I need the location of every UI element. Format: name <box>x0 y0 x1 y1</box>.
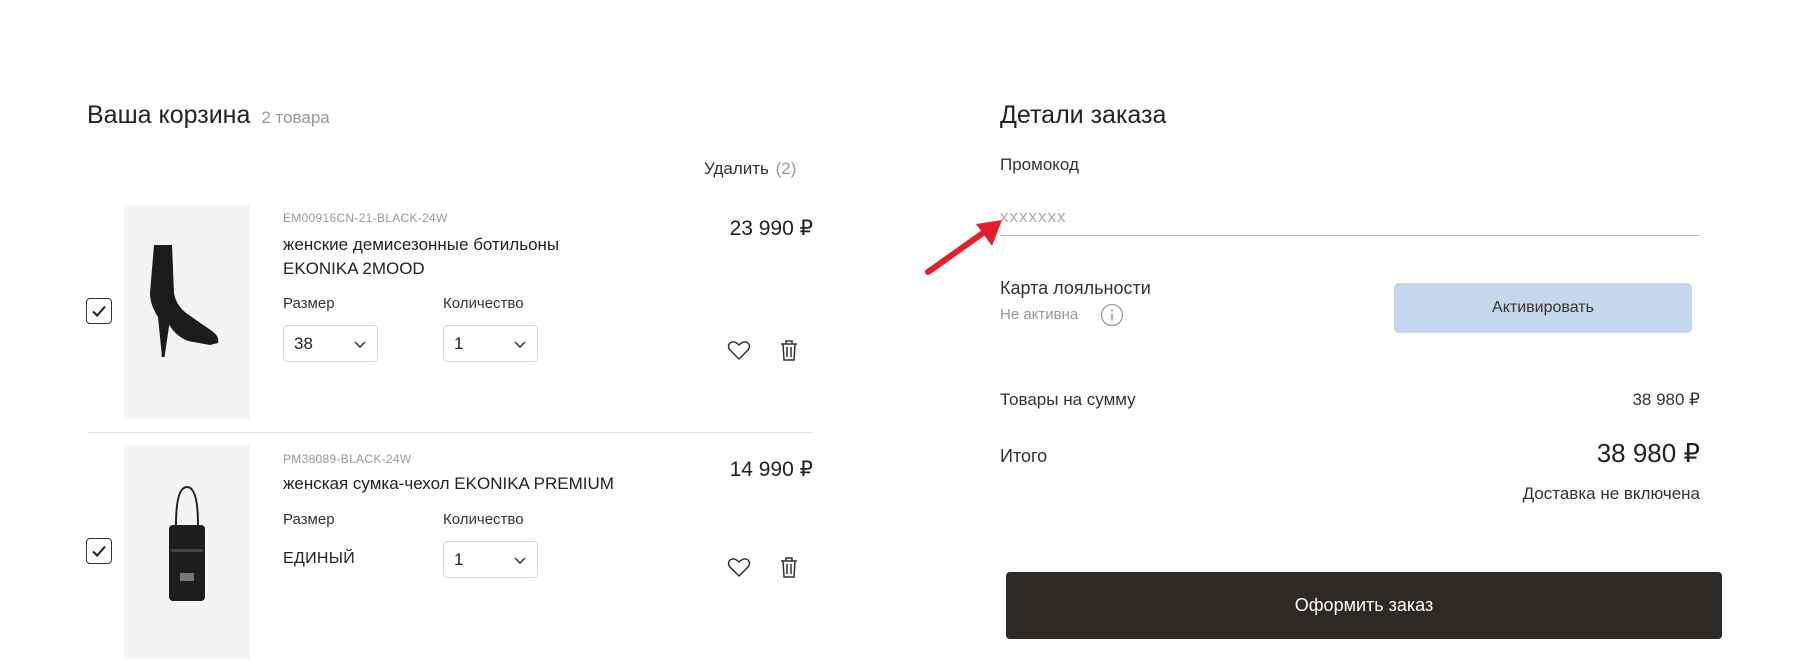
delivery-note: Доставка не включена <box>1522 484 1700 503</box>
chevron-down-icon <box>354 340 366 348</box>
item-2-quantity-select[interactable]: 1 <box>443 541 538 578</box>
heart-icon <box>727 558 751 578</box>
item-1-checkbox[interactable] <box>86 298 112 324</box>
total-label: Итого <box>1000 446 1048 466</box>
item-2-sku: PM38089-BLACK-24W <box>283 452 412 466</box>
item-1-size-value: 38 <box>294 333 313 353</box>
activate-loyalty-button[interactable]: Активировать <box>1394 283 1692 333</box>
trash-icon <box>781 340 797 361</box>
item-1-name[interactable]: женские демисезонные ботильоны EKONIKA 2… <box>283 233 613 281</box>
item-1-price: 23 990 ₽ <box>729 217 813 240</box>
loyalty-card-label: Карта лояльности <box>1000 278 1151 298</box>
annotation-arrow-icon <box>925 220 1002 275</box>
item-2-image[interactable] <box>124 445 250 659</box>
promo-code-label: Промокод <box>1000 155 1079 174</box>
order-details-title: Детали заказа <box>1000 101 1167 129</box>
check-icon <box>92 545 106 557</box>
item-1-favorite-button[interactable] <box>724 335 754 365</box>
delete-selected-count: (2) <box>775 159 797 178</box>
promo-code-input[interactable] <box>1000 198 1700 236</box>
item-2-size-label: Размер <box>283 511 335 528</box>
item-1-remove-button[interactable] <box>774 335 804 365</box>
item-2-checkbox[interactable] <box>86 538 112 564</box>
item-2-favorite-button[interactable] <box>724 552 754 582</box>
cart-title-text: Ваша корзина <box>87 101 251 129</box>
item-2-name[interactable]: женская сумка-чехол EKONIKA PREMIUM <box>283 472 663 496</box>
chevron-down-icon <box>514 340 526 348</box>
item-2-remove-button[interactable] <box>774 552 804 582</box>
item-1-size-label: Размер <box>283 295 335 312</box>
delete-selected-label: Удалить <box>704 159 769 178</box>
heart-icon <box>727 341 751 361</box>
item-1-image[interactable] <box>124 205 250 419</box>
delete-selected-button[interactable]: Удалить (2) <box>704 159 796 179</box>
loyalty-card-status: Не активна <box>1000 306 1079 323</box>
item-2-quantity-label: Количество <box>443 511 524 528</box>
item-2-size-value: ЕДИНЫЙ <box>283 550 356 567</box>
item-1-sku: EM00916CN-21-BLACK-24W <box>283 211 448 225</box>
item-2-quantity-value: 1 <box>454 549 464 569</box>
item-1-size-select[interactable]: 38 <box>283 325 378 362</box>
chevron-down-icon <box>514 556 526 564</box>
check-icon <box>92 305 106 317</box>
subtotal-value: 38 980 ₽ <box>1632 390 1700 409</box>
cart-title: Ваша корзина 2 товара <box>87 101 330 130</box>
item-1-quantity-label: Количество <box>443 295 524 312</box>
cart-item-count: 2 товара <box>261 108 330 127</box>
trash-icon <box>781 557 797 578</box>
subtotal-label: Товары на сумму <box>1000 390 1136 409</box>
item-2-price: 14 990 ₽ <box>729 458 813 481</box>
item-1-quantity-select[interactable]: 1 <box>443 325 538 362</box>
info-icon[interactable] <box>1100 303 1124 327</box>
item-1-quantity-value: 1 <box>454 333 464 353</box>
item-divider <box>87 432 813 433</box>
total-value: 38 980 ₽ <box>1596 438 1700 468</box>
checkout-button[interactable]: Оформить заказ <box>1006 572 1722 639</box>
phone-bag-image <box>169 485 205 601</box>
ankle-boot-image <box>150 245 219 358</box>
